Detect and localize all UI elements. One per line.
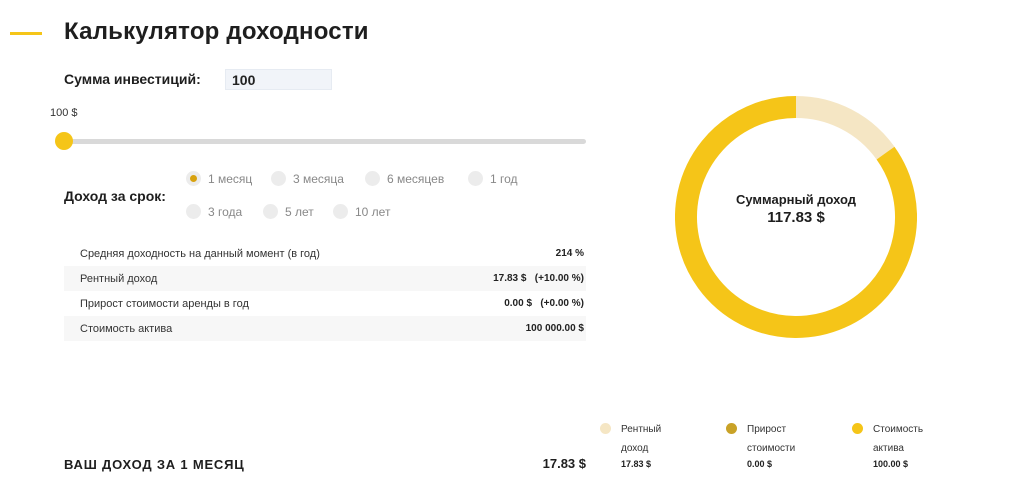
legend-value: 17.83 $	[621, 459, 652, 469]
stats-label: Средняя доходность на данный момент (в г…	[80, 247, 320, 260]
period-option-label: 3 месяца	[293, 171, 344, 186]
page-title: Калькулятор доходности	[64, 18, 369, 45]
investment-label: Сумма инвестиций:	[64, 71, 201, 87]
legend-item-asset: Стоимость актива 100.00 $	[852, 420, 943, 469]
legend-dot-icon	[600, 423, 611, 434]
legend-dot-icon	[852, 423, 863, 434]
donut-center: Суммарный доход 117.83 $	[675, 192, 917, 226]
stats-value: 214 %	[555, 248, 584, 259]
period-option-10-years[interactable]: 10 лет	[333, 204, 390, 219]
donut-slice-1	[795, 96, 895, 160]
radio-icon	[186, 171, 201, 186]
legend-dot-icon	[726, 423, 737, 434]
period-option-5-years[interactable]: 5 лет	[263, 204, 314, 219]
period-option-1-year[interactable]: 1 год	[468, 171, 518, 186]
legend-label: Прирост стоимости	[747, 424, 796, 454]
stats-row-rent-income: Рентный доход 17.83 $ (+10.00 %)	[64, 266, 586, 291]
period-option-3-years[interactable]: 3 года	[186, 204, 242, 219]
total-income-label: ВАШ ДОХОД ЗА 1 МЕСЯЦ	[64, 457, 245, 472]
legend-value: 0.00 $	[747, 459, 773, 469]
radio-icon	[263, 204, 278, 219]
period-option-label: 3 года	[208, 204, 243, 219]
stats-value: 17.83 $ (+10.00 %)	[493, 273, 584, 284]
period-option-label: 10 лет	[355, 204, 391, 219]
legend-label: Стоимость актива	[873, 424, 924, 454]
radio-icon	[186, 204, 201, 219]
period-label: Доход за срок:	[64, 188, 166, 204]
slider-thumb[interactable]	[55, 132, 73, 150]
period-option-3-months[interactable]: 3 месяца	[271, 171, 344, 186]
investment-input[interactable]	[225, 69, 332, 90]
stats-value: 100 000.00 $	[525, 323, 584, 334]
stats-row-avg-yield: Средняя доходность на данный момент (в г…	[64, 241, 586, 266]
radio-icon	[365, 171, 380, 186]
radio-icon	[333, 204, 348, 219]
stats-table: Средняя доходность на данный момент (в г…	[64, 241, 586, 341]
period-option-label: 6 месяцев	[387, 171, 445, 186]
stats-label: Рентный доход	[80, 272, 158, 285]
title-accent-line	[10, 32, 42, 35]
legend-value: 100.00 $	[873, 459, 909, 469]
legend-item-growth: Прирост стоимости 0.00 $	[726, 420, 817, 469]
radio-icon	[468, 171, 483, 186]
donut-title: Суммарный доход	[735, 192, 857, 207]
stats-row-rent-growth: Прирост стоимости аренды в год 0.00 $ (+…	[64, 291, 586, 316]
stats-row-asset-value: Стоимость актива 100 000.00 $	[64, 316, 586, 341]
period-option-label: 1 год	[490, 171, 518, 186]
stats-label: Стоимость актива	[80, 322, 173, 335]
period-option-label: 1 месяц	[208, 171, 253, 186]
slider-value-label: 100 $	[50, 107, 78, 119]
legend-item-rent: Рентный доход 17.83 $	[600, 420, 691, 469]
period-option-label: 5 лет	[285, 204, 314, 219]
period-option-1-month[interactable]: 1 месяц	[186, 171, 252, 186]
investment-slider-track[interactable]	[64, 139, 586, 144]
stats-value: 0.00 $ (+0.00 %)	[504, 298, 584, 309]
radio-icon	[271, 171, 286, 186]
period-option-6-months[interactable]: 6 месяцев	[365, 171, 444, 186]
total-income-value: 17.83 $	[542, 456, 586, 471]
legend-label: Рентный доход	[621, 424, 662, 454]
donut-total-value: 117.83 $	[767, 209, 825, 226]
stats-label: Прирост стоимости аренды в год	[80, 297, 249, 310]
